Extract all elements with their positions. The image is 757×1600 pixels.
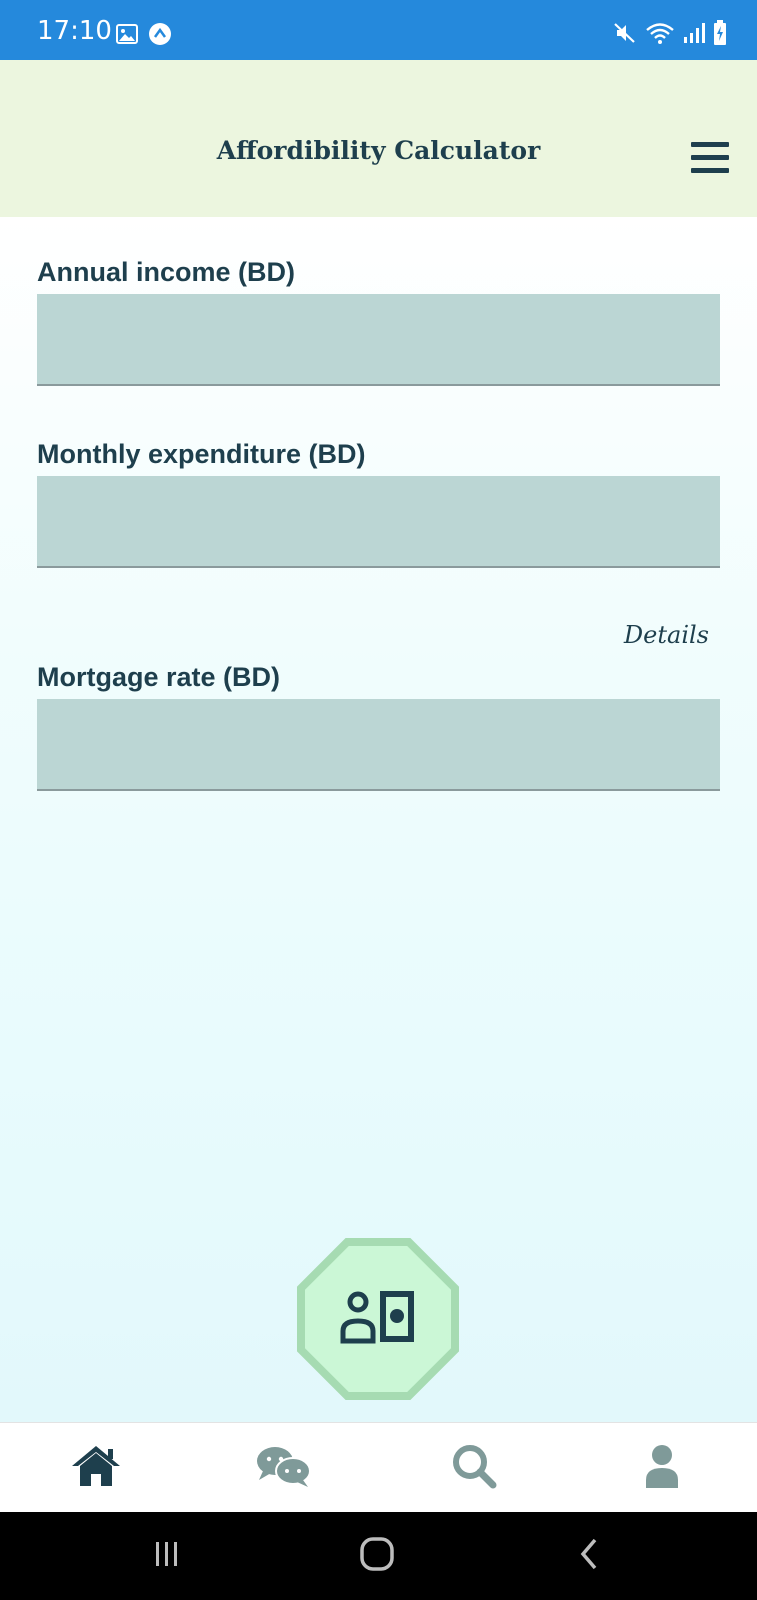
mute-icon xyxy=(613,21,637,50)
nav-home[interactable] xyxy=(66,1443,126,1493)
monthly-expenditure-input[interactable] xyxy=(37,476,720,568)
home-icon xyxy=(70,1444,122,1493)
back-system-button[interactable] xyxy=(565,1536,615,1576)
annual-income-label: Annual income (BD) xyxy=(37,257,296,287)
signal-icon xyxy=(683,22,705,49)
profile-icon xyxy=(644,1444,680,1493)
details-link[interactable]: Details xyxy=(624,621,709,649)
home-button-icon xyxy=(359,1536,395,1577)
nav-chat[interactable] xyxy=(253,1443,313,1493)
person-money-icon xyxy=(340,1289,416,1350)
home-system-button[interactable] xyxy=(352,1536,402,1576)
chat-icon xyxy=(255,1444,311,1493)
annual-income-input[interactable] xyxy=(37,294,720,386)
status-bar: 17:10 xyxy=(0,0,757,60)
hamburger-menu-button[interactable] xyxy=(691,142,729,174)
app-notification-icon xyxy=(148,22,172,51)
page-title: Affordibility Calculator xyxy=(216,136,541,165)
recent-apps-button[interactable] xyxy=(142,1536,192,1576)
nav-profile[interactable] xyxy=(632,1443,692,1493)
wifi-icon xyxy=(645,21,675,50)
system-nav-bar xyxy=(0,1512,757,1600)
gallery-icon xyxy=(116,24,138,49)
mortgage-rate-label: Mortgage rate (BD) xyxy=(37,662,281,692)
status-time: 17:10 xyxy=(37,16,112,46)
fab-inner xyxy=(305,1246,451,1392)
status-left-icons xyxy=(116,22,172,51)
recent-apps-icon xyxy=(151,1538,183,1575)
bottom-nav xyxy=(0,1422,757,1513)
calculator-fab-button[interactable] xyxy=(297,1238,459,1400)
mortgage-rate-input[interactable] xyxy=(37,699,720,791)
back-icon xyxy=(575,1536,605,1577)
battery-charging-icon xyxy=(713,20,727,51)
search-icon xyxy=(451,1443,497,1494)
status-right-icons xyxy=(613,20,727,51)
app-header: Affordibility Calculator xyxy=(0,60,757,217)
nav-search[interactable] xyxy=(444,1443,504,1493)
monthly-expenditure-label: Monthly expenditure (BD) xyxy=(37,439,366,469)
